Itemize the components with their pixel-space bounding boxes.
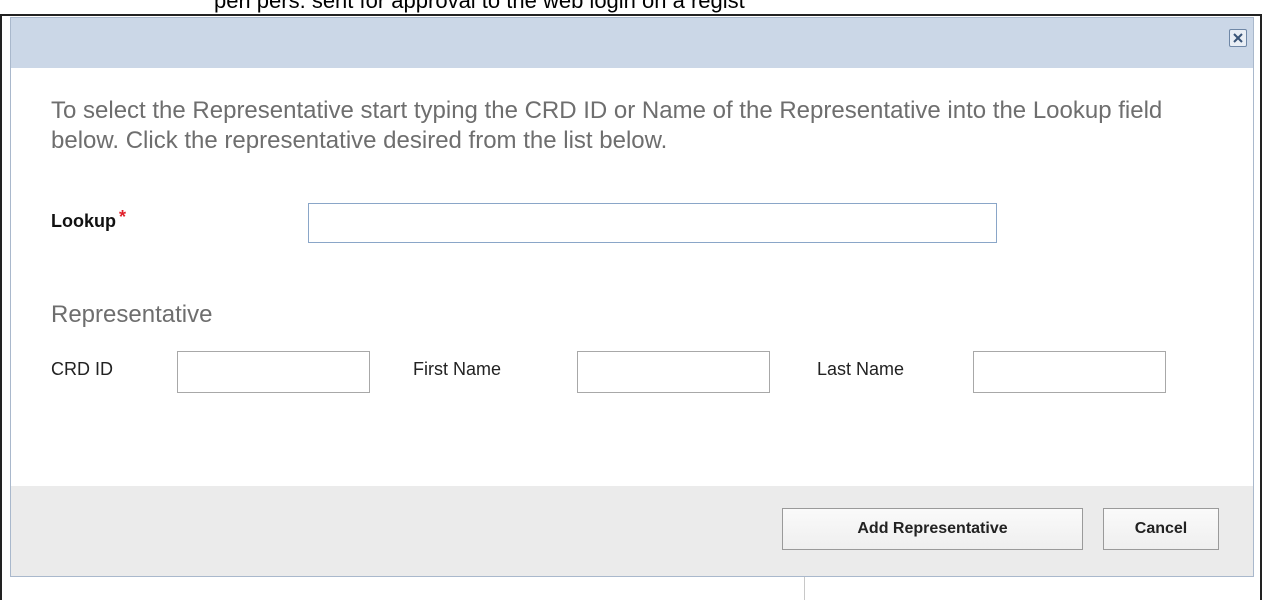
dialog-footer: Add Representative Cancel (11, 486, 1253, 576)
crd-id-input[interactable] (177, 351, 370, 393)
lookup-label-text: Lookup (51, 211, 116, 231)
representative-heading: Representative (51, 301, 213, 328)
cancel-button[interactable]: Cancel (1103, 508, 1219, 550)
last-name-label: Last Name (817, 359, 905, 379)
dialog-titlebar (11, 18, 1253, 68)
crd-id-label: CRD ID (51, 359, 113, 379)
required-marker: * (119, 207, 127, 227)
column-divider (804, 577, 805, 600)
background-table-strip (10, 577, 1254, 600)
instructions-text: To select the Representative start typin… (51, 97, 1163, 154)
page: peri pers. sent for approval to the web … (0, 0, 1264, 600)
add-representative-dialog: To select the Representative start typin… (10, 17, 1254, 577)
lookup-label: Lookup * (51, 207, 126, 232)
first-name-label: First Name (413, 359, 502, 379)
close-icon (1233, 33, 1243, 43)
last-name-input[interactable] (973, 351, 1166, 393)
first-name-input[interactable] (577, 351, 770, 393)
add-representative-button[interactable]: Add Representative (782, 508, 1083, 550)
dialog-body: To select the Representative start typin… (11, 68, 1253, 486)
lookup-input[interactable] (308, 203, 997, 243)
background-page-text: peri pers. sent for approval to the web … (214, 0, 745, 13)
close-button[interactable] (1229, 29, 1247, 47)
